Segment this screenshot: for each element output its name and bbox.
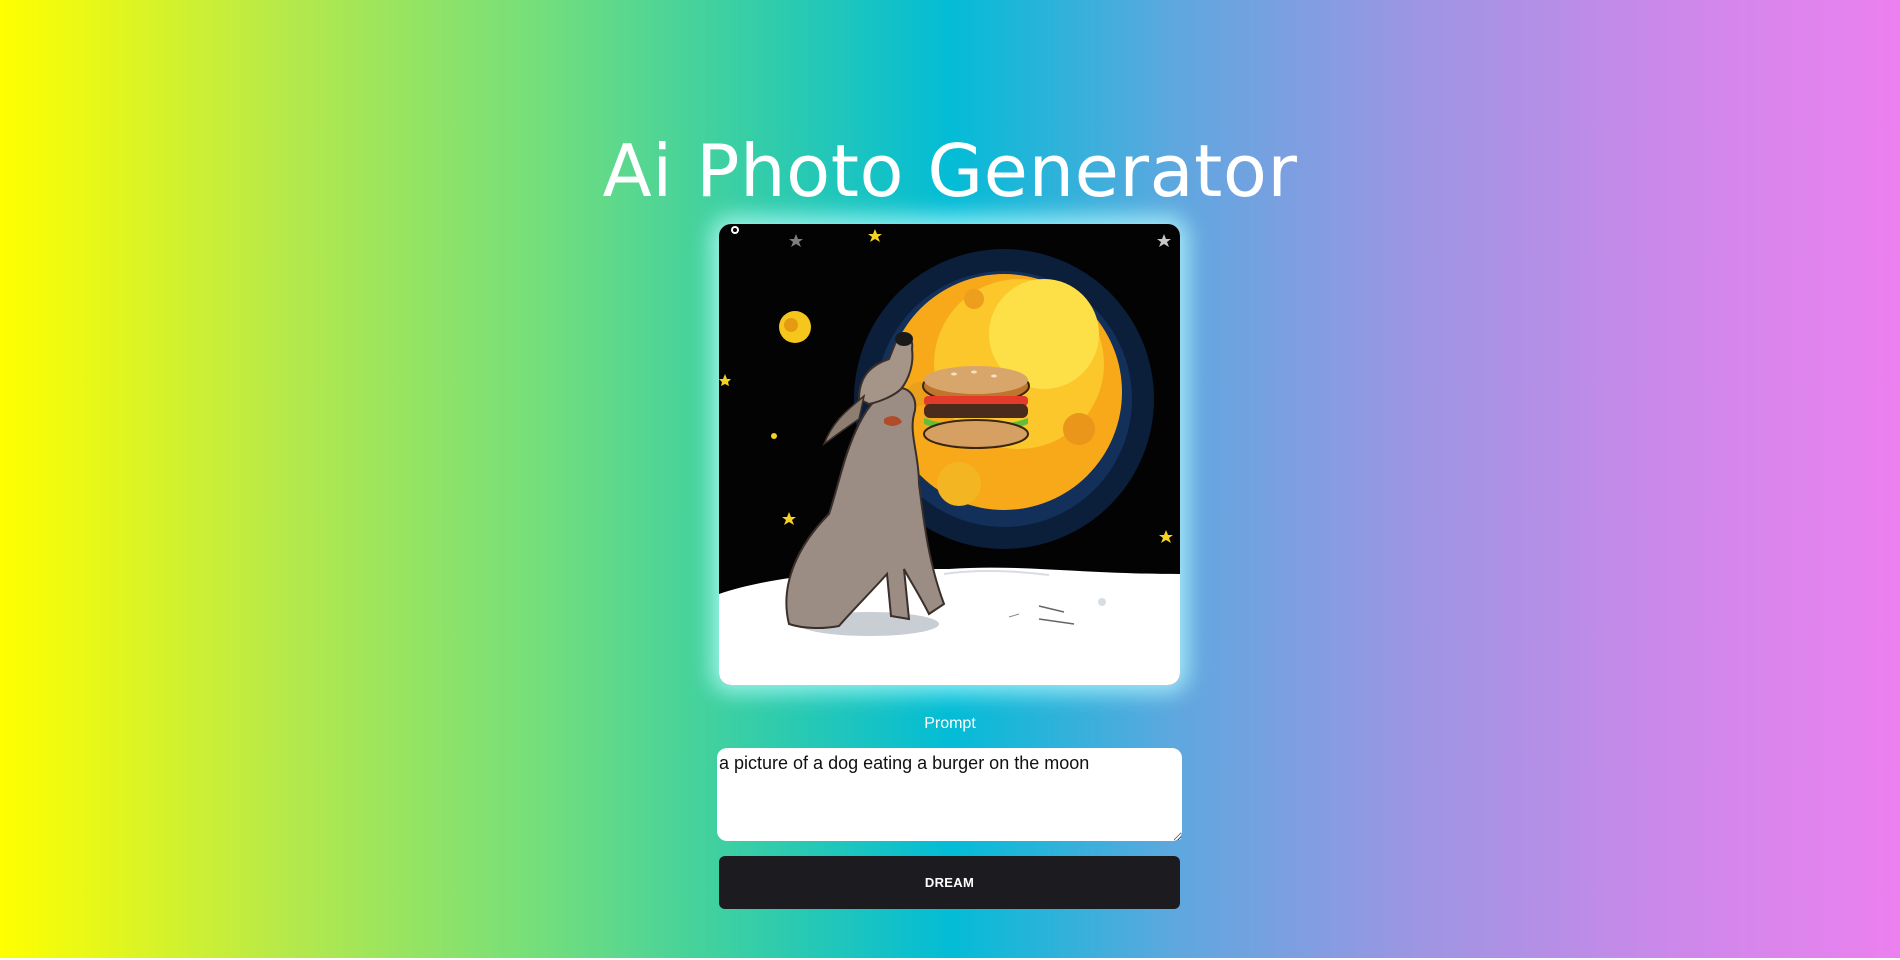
generated-image: [719, 224, 1180, 685]
prompt-label: Prompt: [924, 715, 976, 732]
app-background: Ai Photo Generator Prompt a picture of a…: [0, 0, 1900, 958]
prompt-input[interactable]: a picture of a dog eating a burger on th…: [717, 748, 1182, 841]
dream-button[interactable]: DREAM: [719, 856, 1180, 909]
dog-moon-illustration: [719, 224, 1180, 685]
page-title: Ai Photo Generator: [602, 129, 1298, 214]
